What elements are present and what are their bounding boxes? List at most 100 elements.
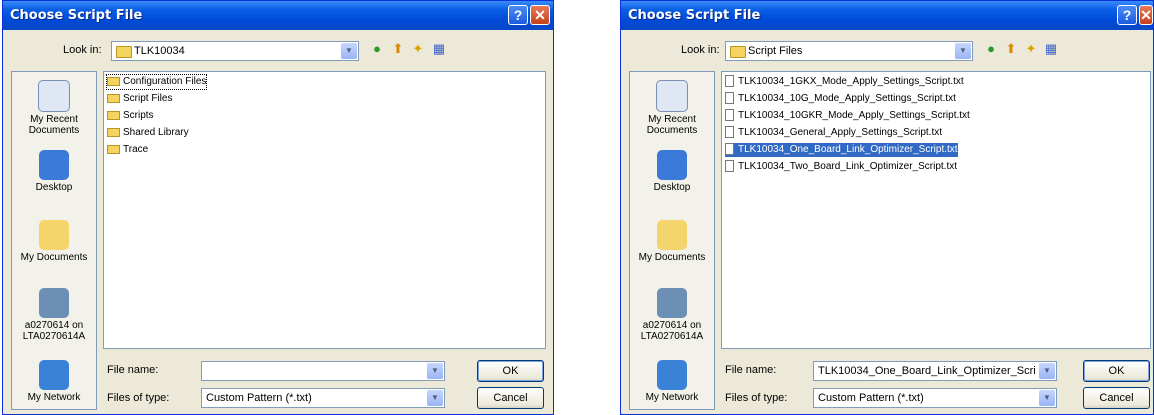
list-item-selected[interactable]: TLK10034_One_Board_Link_Optimizer_Script…: [725, 143, 958, 157]
list-item[interactable]: TLK10034_General_Apply_Settings_Script.t…: [725, 126, 942, 140]
list-item[interactable]: TLK10034_10GKR_Mode_Apply_Settings_Scrip…: [725, 109, 970, 123]
look-in-dropdown[interactable]: Script Files ▼: [725, 41, 973, 61]
back-icon[interactable]: ●: [983, 41, 999, 57]
look-in-value: TLK10034: [134, 45, 185, 57]
text-file-icon: [725, 75, 734, 88]
list-item[interactable]: Trace: [107, 143, 148, 157]
places-bar: My Recent Documents Desktop My Documents…: [11, 71, 97, 410]
item-label: TLK10034_10G_Mode_Apply_Settings_Script.…: [738, 93, 956, 104]
folder-icon: [730, 46, 746, 58]
place-my-documents[interactable]: My Documents: [630, 220, 714, 263]
place-my-network[interactable]: My Network: [630, 360, 714, 403]
look-in-dropdown[interactable]: TLK10034 ▼: [111, 41, 359, 61]
item-label: TLK10034_Two_Board_Link_Optimizer_Script…: [738, 161, 958, 172]
file-name-input[interactable]: TLK10034_One_Board_Link_Optimizer_Script…: [813, 361, 1057, 381]
folder-icon: [107, 110, 120, 120]
view-menu-icon[interactable]: ▦: [431, 41, 447, 57]
title-bar[interactable]: Choose Script File ? ✕: [621, 1, 1153, 30]
places-bar: My Recent Documents Desktop My Documents…: [629, 71, 715, 410]
folder-icon: [107, 93, 120, 103]
place-recent-documents[interactable]: My Recent Documents: [12, 80, 96, 136]
item-label: Shared Library: [123, 127, 189, 138]
list-item[interactable]: TLK10034_Two_Board_Link_Optimizer_Script…: [725, 160, 957, 174]
cancel-button[interactable]: Cancel: [477, 387, 544, 409]
close-icon: ✕: [534, 7, 546, 23]
title-bar[interactable]: Choose Script File ? ✕: [3, 1, 553, 30]
up-folder-icon[interactable]: ⬆: [390, 41, 406, 57]
file-list[interactable]: TLK10034_1GKX_Mode_Apply_Settings_Script…: [721, 71, 1151, 349]
list-item[interactable]: Script Files: [107, 92, 172, 106]
files-of-type-dropdown[interactable]: Custom Pattern (*.txt) ▼: [201, 388, 445, 408]
look-in-label: Look in:: [63, 44, 102, 56]
place-my-documents[interactable]: My Documents: [12, 220, 96, 263]
list-item[interactable]: TLK10034_1GKX_Mode_Apply_Settings_Script…: [725, 75, 964, 89]
place-my-network[interactable]: My Network: [12, 360, 96, 403]
recent-documents-icon: [38, 80, 70, 112]
my-documents-icon: [39, 220, 69, 250]
file-name-value: TLK10034_One_Board_Link_Optimizer_Script…: [818, 365, 1036, 377]
cancel-button[interactable]: Cancel: [1083, 387, 1150, 409]
item-label: Configuration Files: [123, 76, 207, 87]
place-desktop[interactable]: Desktop: [12, 150, 96, 193]
recent-documents-icon: [656, 80, 688, 112]
close-icon: ✕: [1140, 7, 1152, 23]
place-my-computer[interactable]: a0270614 on LTA0270614A: [630, 288, 714, 342]
chevron-down-icon[interactable]: ▼: [1039, 390, 1055, 406]
item-label: Scripts: [123, 110, 154, 121]
files-of-type-value: Custom Pattern (*.txt): [206, 392, 312, 404]
place-label: My Recent Documents: [646, 114, 698, 136]
folder-icon: [107, 144, 120, 154]
chevron-down-icon[interactable]: ▼: [955, 43, 971, 59]
files-of-type-value: Custom Pattern (*.txt): [818, 392, 924, 404]
close-button[interactable]: ✕: [530, 5, 550, 25]
file-list[interactable]: Configuration Files Script Files Scripts…: [103, 71, 546, 349]
my-network-icon: [657, 360, 687, 390]
files-of-type-label: Files of type:: [107, 392, 170, 404]
help-icon: ?: [513, 7, 523, 23]
text-file-icon: [725, 92, 734, 105]
new-folder-icon[interactable]: ✦: [410, 41, 426, 57]
ok-button[interactable]: OK: [477, 360, 544, 382]
place-label: My Recent Documents: [28, 114, 80, 136]
place-label: Desktop: [653, 182, 691, 193]
file-name-input[interactable]: ▼: [201, 361, 445, 381]
item-label: Script Files: [123, 93, 173, 104]
view-menu-icon[interactable]: ▦: [1043, 41, 1059, 57]
help-button[interactable]: ?: [508, 5, 528, 25]
list-item[interactable]: Configuration Files: [105, 74, 208, 90]
chevron-down-icon[interactable]: ▼: [427, 363, 443, 379]
help-button[interactable]: ?: [1117, 5, 1137, 25]
text-file-icon: [725, 126, 734, 139]
desktop-icon: [39, 150, 69, 180]
ok-button[interactable]: OK: [1083, 360, 1150, 382]
place-my-computer[interactable]: a0270614 on LTA0270614A: [12, 288, 96, 342]
chevron-down-icon[interactable]: ▼: [427, 390, 443, 406]
folder-icon: [107, 127, 120, 137]
new-folder-icon[interactable]: ✦: [1023, 41, 1039, 57]
chevron-down-icon[interactable]: ▼: [341, 43, 357, 59]
help-icon: ?: [1122, 7, 1132, 23]
back-icon[interactable]: ●: [369, 41, 385, 57]
list-item[interactable]: Scripts: [107, 109, 154, 123]
my-computer-icon: [39, 288, 69, 318]
item-label: TLK10034_10GKR_Mode_Apply_Settings_Scrip…: [738, 110, 970, 121]
choose-script-file-dialog-right: Choose Script File ? ✕ Look in: Script F…: [620, 0, 1154, 415]
place-label: Desktop: [35, 182, 73, 193]
choose-script-file-dialog-left: Choose Script File ? ✕ Look in: TLK10034…: [2, 0, 554, 415]
files-of-type-dropdown[interactable]: Custom Pattern (*.txt) ▼: [813, 388, 1057, 408]
my-documents-icon: [657, 220, 687, 250]
up-folder-icon[interactable]: ⬆: [1003, 41, 1019, 57]
look-in-value: Script Files: [748, 45, 803, 57]
chevron-down-icon[interactable]: ▼: [1039, 363, 1055, 379]
place-label: My Network: [27, 392, 81, 403]
list-item[interactable]: TLK10034_10G_Mode_Apply_Settings_Script.…: [725, 92, 956, 106]
list-item[interactable]: Shared Library: [107, 126, 189, 140]
item-label: TLK10034_1GKX_Mode_Apply_Settings_Script…: [738, 76, 964, 87]
file-name-label: File name:: [107, 364, 159, 376]
close-button[interactable]: ✕: [1139, 5, 1153, 25]
place-desktop[interactable]: Desktop: [630, 150, 714, 193]
folder-icon: [116, 46, 132, 58]
place-label: My Network: [645, 392, 699, 403]
place-label: a0270614 on LTA0270614A: [22, 320, 86, 342]
place-recent-documents[interactable]: My Recent Documents: [630, 80, 714, 136]
